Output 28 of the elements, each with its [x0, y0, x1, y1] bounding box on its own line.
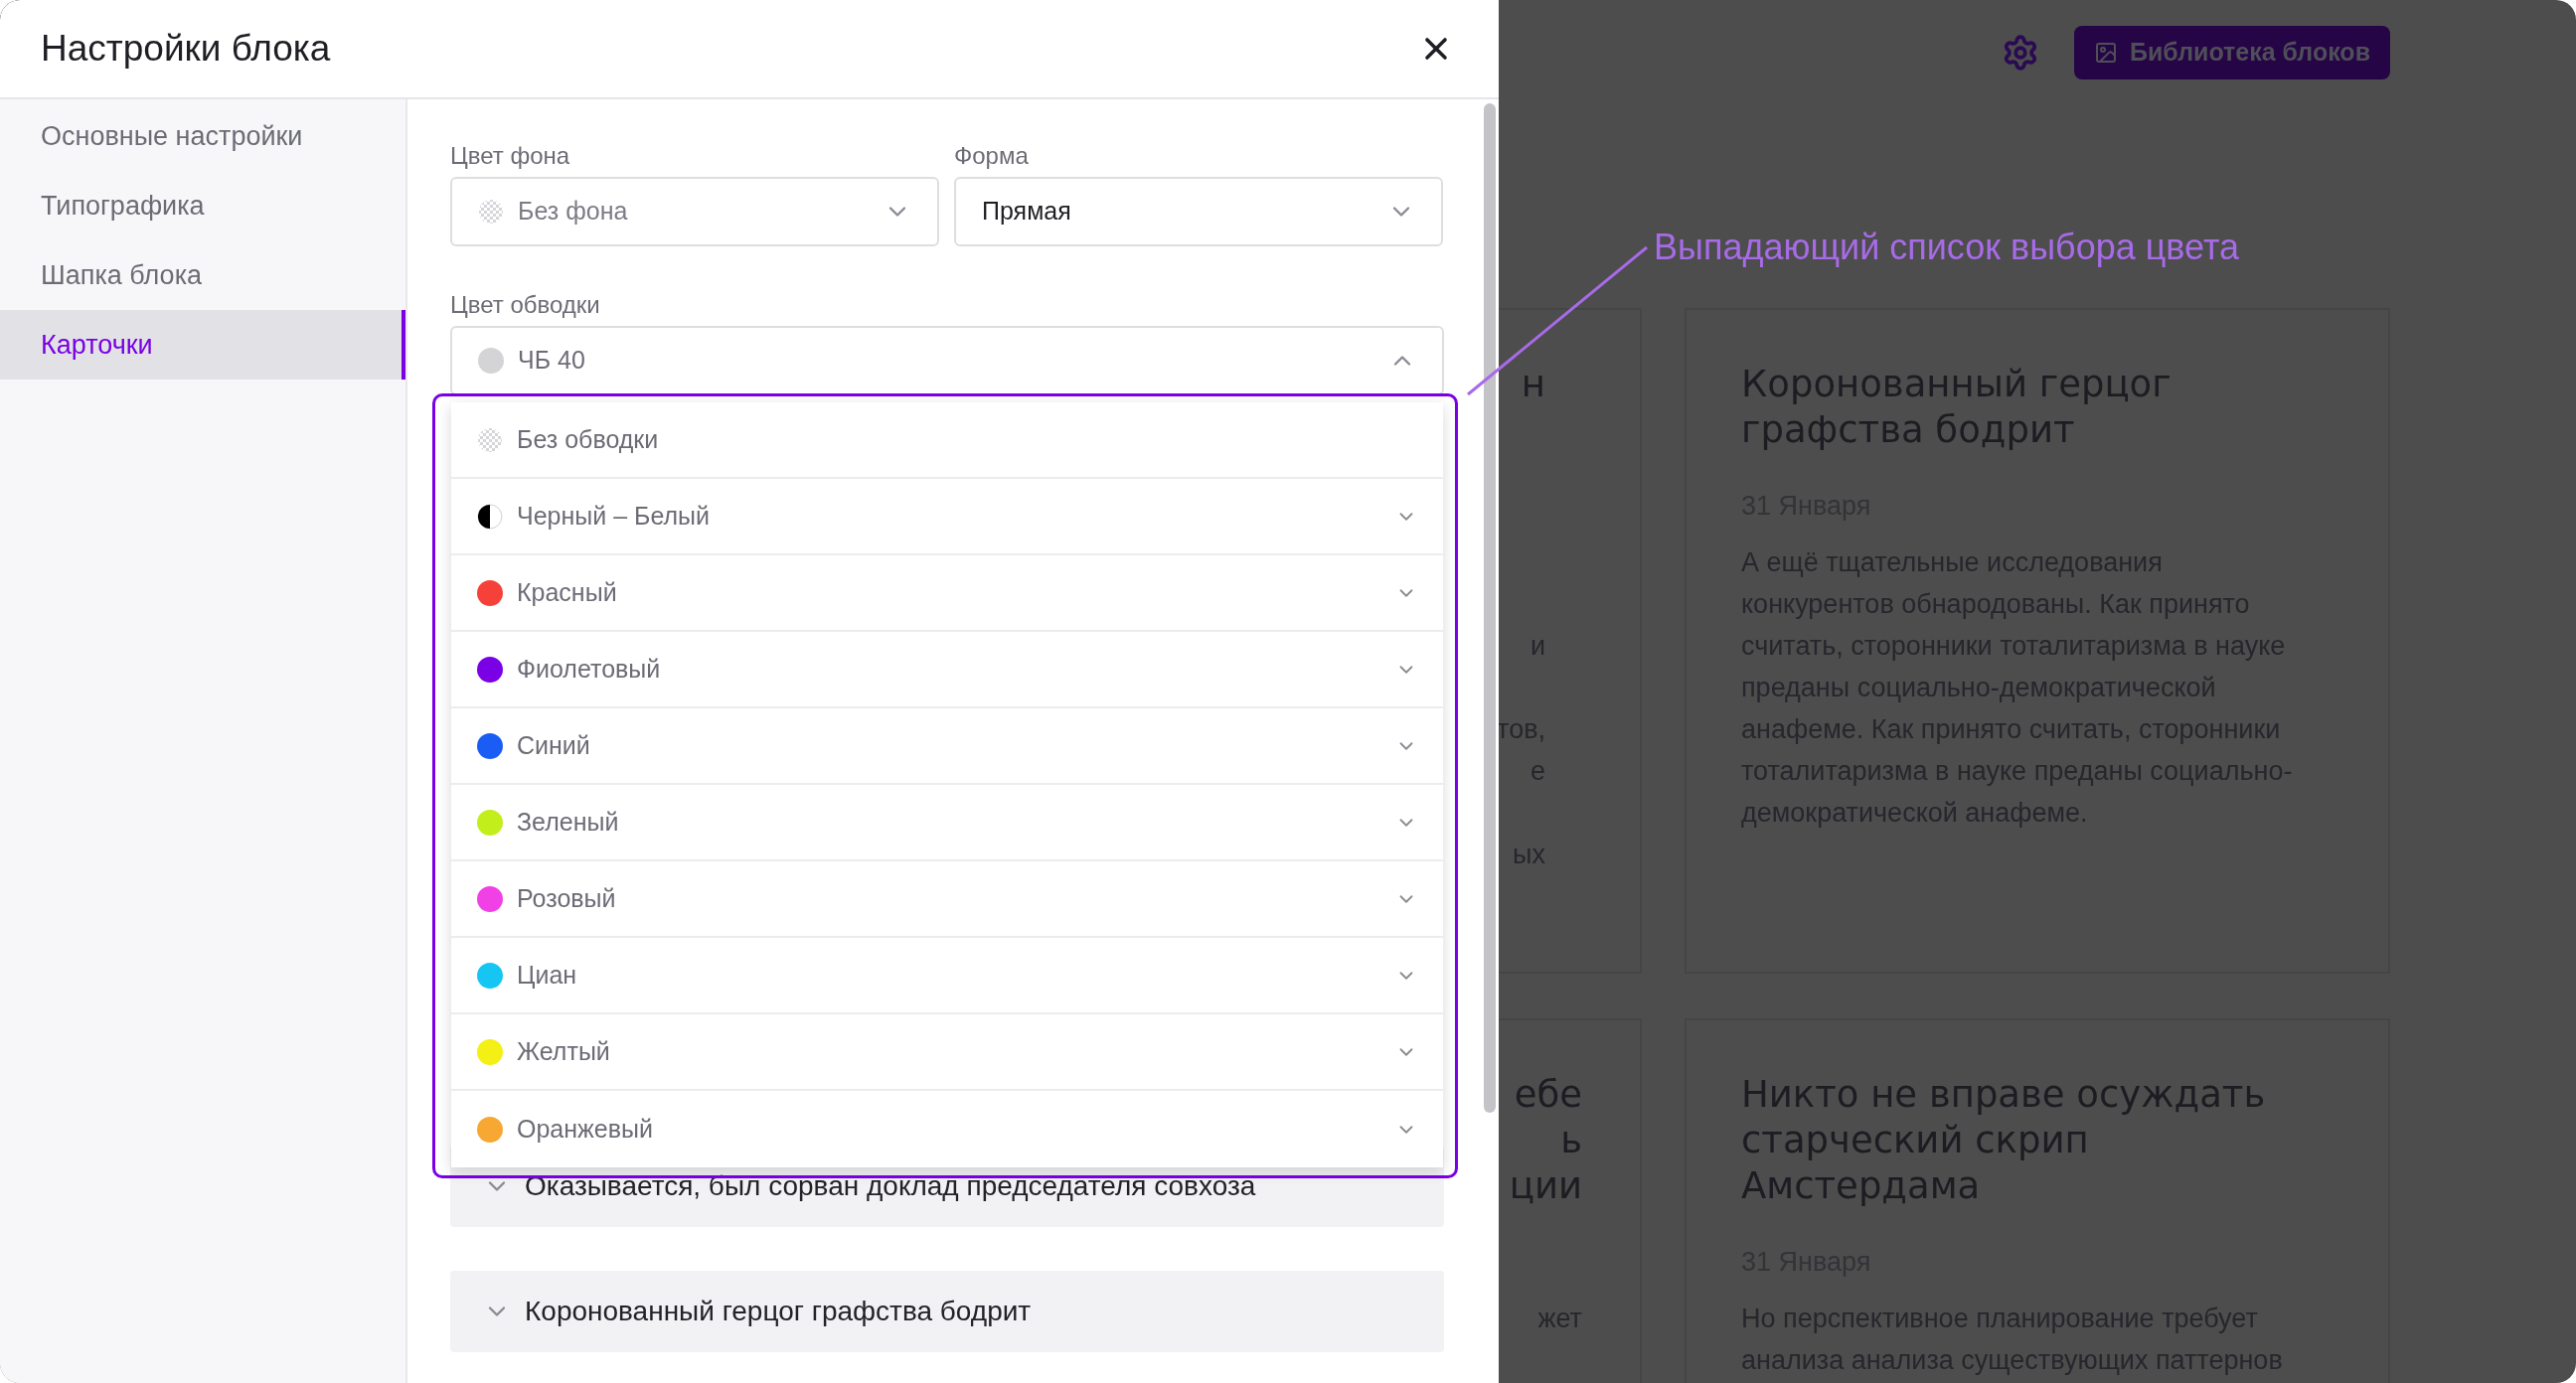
color-option[interactable]: Желтый: [451, 1014, 1443, 1091]
color-option[interactable]: Розовый: [451, 861, 1443, 938]
color-option[interactable]: Без обводки: [451, 402, 1443, 479]
accordion-item[interactable]: Коронованный герцог графства бодрит: [450, 1271, 1444, 1352]
color-option[interactable]: Черный – Белый: [451, 479, 1443, 555]
field-label: Форма: [954, 141, 1030, 171]
scrollbar[interactable]: [1484, 103, 1496, 1113]
dialog-title: Настройки блока: [41, 27, 331, 72]
color-option[interactable]: Красный: [451, 555, 1443, 632]
shape-select[interactable]: Прямая: [954, 177, 1443, 246]
field-label: Цвет обводки: [450, 290, 601, 320]
transparent-swatch-icon: [477, 426, 503, 453]
border-color-select[interactable]: ЧБ 40: [450, 326, 1444, 395]
sidebar-item[interactable]: Типографика: [0, 171, 405, 240]
image-icon: [2094, 40, 2118, 65]
color-option[interactable]: Зеленый: [451, 785, 1443, 861]
field-label: Цвет фона: [450, 141, 571, 171]
sidebar-item[interactable]: Шапка блока: [0, 240, 405, 310]
color-option[interactable]: Синий: [451, 708, 1443, 785]
sidebar-item[interactable]: Основные настройки: [0, 101, 405, 171]
color-option[interactable]: Циан: [451, 938, 1443, 1014]
transparent-swatch-icon: [478, 199, 504, 225]
color-option[interactable]: Фиолетовый: [451, 632, 1443, 708]
half-circle-icon: [477, 503, 503, 530]
annotation-text: Выпадающий список выбора цвета: [1654, 226, 2239, 269]
settings-icon[interactable]: [2002, 33, 2039, 72]
background-color-select[interactable]: Без фона: [450, 177, 939, 246]
sidebar-item[interactable]: Карточки: [0, 310, 405, 380]
